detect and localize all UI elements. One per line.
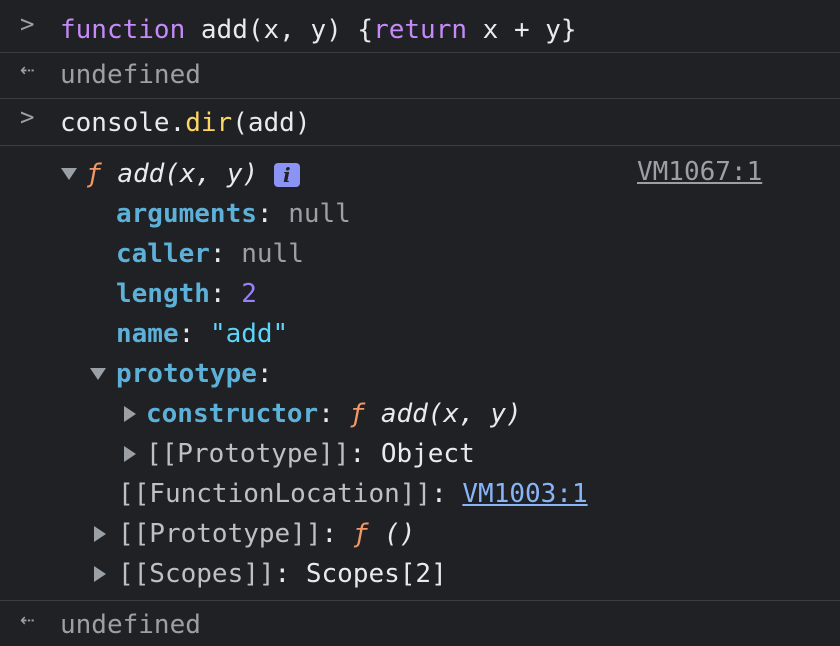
- property-sep: :: [431, 479, 463, 509]
- property-value: 2: [241, 279, 257, 309]
- console-input-code[interactable]: function add(x, y) {return x + y}: [60, 10, 577, 50]
- function-signature: add(x, y): [117, 159, 259, 189]
- code-text: add(x, y) {: [185, 15, 374, 45]
- property-key: length: [116, 279, 210, 309]
- function-f-glyph: ƒ: [86, 159, 102, 189]
- property-inner-prototype[interactable]: [[Prototype]]: Object: [146, 434, 475, 474]
- property-name: name: "add": [116, 314, 288, 354]
- property-prototype-internal[interactable]: [[Prototype]]: ƒ (): [118, 514, 415, 554]
- output-return-icon: ⇠: [20, 605, 35, 633]
- property-length: length: 2: [116, 274, 257, 314]
- property-sep: :: [321, 519, 353, 549]
- property-arguments: arguments: null: [116, 194, 351, 234]
- property-key: [[Prototype]]: [146, 439, 350, 469]
- console-object-tree: ƒ add(x, y) i VM1067:1 arguments: null c…: [0, 146, 840, 601]
- source-link[interactable]: VM1067:1: [637, 152, 762, 192]
- console-output-row: ⇠ undefined: [0, 53, 840, 99]
- property-key: [[FunctionLocation]]: [118, 479, 432, 509]
- property-caller: caller: null: [116, 234, 304, 274]
- property-key: [[Scopes]]: [118, 559, 275, 589]
- property-sep: :: [209, 279, 242, 309]
- output-value: undefined: [60, 610, 201, 640]
- property-sep: :: [274, 559, 306, 589]
- code-text: x + y}: [467, 15, 577, 45]
- function-header[interactable]: ƒ add(x, y) i: [86, 154, 300, 194]
- property-key: caller: [116, 239, 210, 269]
- property-prototype[interactable]: prototype:: [116, 354, 273, 394]
- property-sep: :: [209, 239, 242, 269]
- property-value: null: [241, 239, 304, 269]
- input-prompt-icon: >: [20, 10, 35, 38]
- property-sep: :: [318, 399, 350, 429]
- function-f-glyph: ƒ: [352, 519, 369, 549]
- property-constructor[interactable]: constructor: ƒ add(x, y): [146, 394, 522, 434]
- code-args: (add): [232, 108, 311, 138]
- collapse-triangle-icon[interactable]: [124, 406, 136, 422]
- property-key: constructor: [146, 399, 319, 429]
- property-value: null: [288, 199, 351, 229]
- keyword-return: return: [373, 15, 467, 45]
- input-prompt-icon: >: [20, 103, 35, 131]
- keyword-function: function: [60, 15, 186, 45]
- expand-triangle-icon[interactable]: [90, 368, 106, 380]
- property-value: Object: [380, 439, 475, 469]
- function-f-glyph: ƒ: [349, 399, 366, 429]
- property-scopes[interactable]: [[Scopes]]: Scopes[2]: [118, 554, 447, 594]
- console-input-row: > console.dir(add): [0, 99, 840, 146]
- property-sep: :: [256, 359, 273, 389]
- output-value: undefined: [60, 60, 201, 90]
- collapse-triangle-icon[interactable]: [94, 566, 106, 582]
- property-key: prototype: [116, 359, 257, 389]
- function-signature: (): [384, 519, 416, 549]
- property-function-location: [[FunctionLocation]]: VM1003:1: [118, 474, 588, 514]
- code-object: console.: [60, 108, 186, 138]
- property-sep: :: [256, 199, 289, 229]
- console-input-row: > function add(x, y) {return x + y}: [0, 0, 840, 53]
- code-method: dir: [185, 108, 233, 138]
- function-signature: add(x, y): [380, 399, 522, 429]
- property-key: arguments: [116, 199, 257, 229]
- collapse-triangle-icon[interactable]: [94, 526, 106, 542]
- property-key: name: [116, 319, 179, 349]
- console-output-row: ⇠ undefined: [0, 601, 840, 646]
- expand-triangle-icon[interactable]: [61, 168, 77, 180]
- console-input-code[interactable]: console.dir(add): [60, 103, 310, 143]
- property-key: [[Prototype]]: [118, 519, 322, 549]
- property-value: Scopes[2]: [305, 559, 447, 589]
- property-value: "add": [209, 319, 289, 349]
- function-location-link[interactable]: VM1003:1: [462, 479, 587, 509]
- property-sep: :: [349, 439, 381, 469]
- collapse-triangle-icon[interactable]: [124, 446, 136, 462]
- output-return-icon: ⇠: [20, 55, 35, 83]
- info-icon[interactable]: i: [273, 162, 300, 187]
- property-sep: :: [178, 319, 210, 349]
